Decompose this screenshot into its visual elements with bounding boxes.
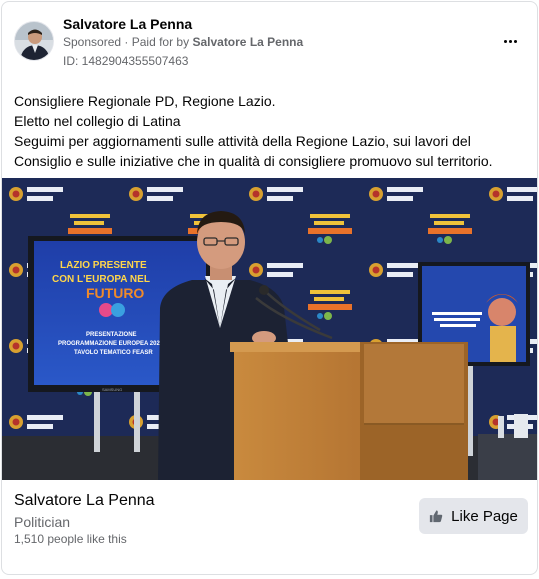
page-name[interactable]: Salvatore La Penna [63,16,192,32]
sponsored-post-card: Salvatore La Penna Sponsored · Paid for … [1,1,538,575]
post-text: Consigliere Regionale PD, Regione Lazio.… [14,91,529,171]
paid-for-name[interactable]: Salvatore La Penna [192,35,303,49]
more-dots-icon [503,39,517,43]
like-page-button[interactable]: Like Page [419,498,528,534]
screen-text: PRESENTAZIONE [86,332,137,338]
screen-brand: SAMSUNG [102,387,122,392]
page-avatar[interactable] [14,21,54,61]
paid-for-prefix: Paid for by [131,35,190,49]
separator-dot: · [124,35,129,49]
sponsored-label: Sponsored [63,35,122,49]
ad-id: ID: 1482904355507463 [63,54,189,68]
post-line: Consigliere Regionale PD, Regione Lazio. [14,93,276,109]
like-page-label: Like Page [451,507,518,525]
screen-slogan: FUTURO [86,285,144,301]
post-line: Eletto nel collegio di Latina [14,113,181,129]
more-options-button[interactable] [499,30,521,52]
post-line: Seguimi per aggiornamenti sulle attività… [14,133,493,169]
screen-slogan: CON L'EUROPA NEL [52,274,150,285]
footer-category: Politician [14,514,71,530]
screen-slogan: LAZIO PRESENTE [60,260,147,271]
press-conference-photo: LAZIO PRESENTE CON L'EUROPA NEL FUTURO P… [2,178,537,480]
thumbs-up-icon [430,510,443,523]
footer-page-name[interactable]: Salvatore La Penna [14,492,155,510]
post-image[interactable]: LAZIO PRESENTE CON L'EUROPA NEL FUTURO P… [2,178,537,480]
screen-text: TAVOLO TEMATICO FEASR [74,350,153,356]
footer-like-count: 1,510 people like this [14,532,127,546]
sponsored-line: Sponsored · Paid for by Salvatore La Pen… [63,35,303,49]
